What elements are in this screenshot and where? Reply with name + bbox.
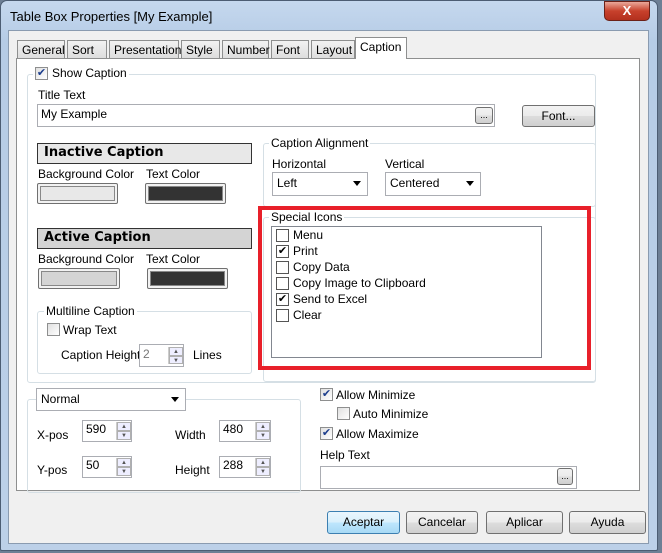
active-caption-header: Active Caption xyxy=(37,228,252,249)
inactive-bg-label: Background Color xyxy=(38,167,135,181)
show-caption-checkbox[interactable]: ✔ Show Caption xyxy=(33,66,129,80)
allow-maximize-checkbox[interactable]: ✔ Allow Maximize xyxy=(320,427,419,441)
checkbox[interactable]: ✔ xyxy=(320,388,333,401)
title-text-input[interactable]: My Example xyxy=(37,104,495,127)
horizontal-label: Horizontal xyxy=(272,157,327,171)
highlight-box xyxy=(258,206,591,370)
window-title: Table Box Properties [My Example] xyxy=(10,9,213,24)
wrap-text-checkbox[interactable] xyxy=(47,323,60,336)
position-group xyxy=(27,399,301,493)
horizontal-value: Left xyxy=(277,176,298,190)
position-mode-select[interactable]: Normal xyxy=(36,388,186,411)
title-text-label: Title Text xyxy=(38,88,86,102)
xpos-label: X-pos xyxy=(37,428,69,442)
ypos-stepper[interactable]: 50 ▲ ▼ xyxy=(82,456,132,478)
active-text-label: Text Color xyxy=(146,252,201,266)
height-label: Height xyxy=(175,463,210,477)
checkbox[interactable] xyxy=(337,407,350,420)
caption-height-stepper[interactable]: 2 ▲ ▼ xyxy=(139,344,184,367)
inactive-text-color-button[interactable] xyxy=(145,183,226,204)
spin-buttons[interactable]: ▲ ▼ xyxy=(116,422,131,440)
height-value: 288 xyxy=(223,458,244,472)
auto-minimize-label: Auto Minimize xyxy=(353,407,429,421)
active-text-color-button[interactable] xyxy=(147,268,228,289)
multiline-caption-label: Multiline Caption xyxy=(44,304,137,318)
inactive-bg-color-button[interactable] xyxy=(37,183,118,204)
wrap-text-label: Wrap Text xyxy=(63,323,117,337)
caption-alignment-label: Caption Alignment xyxy=(269,136,371,150)
allow-minimize-label: Allow Minimize xyxy=(336,388,416,402)
horizontal-select[interactable]: Left xyxy=(272,172,368,196)
allow-minimize-checkbox[interactable]: ✔ Allow Minimize xyxy=(320,388,415,402)
vertical-value: Centered xyxy=(390,176,440,190)
tab-general[interactable]: General xyxy=(17,40,65,59)
tab-font[interactable]: Font xyxy=(271,40,309,59)
checkbox[interactable]: ✔ xyxy=(35,66,48,80)
tab-style[interactable]: Style xyxy=(181,40,220,59)
help-text-label: Help Text xyxy=(320,448,370,462)
help-button[interactable]: Ayuda xyxy=(569,511,646,534)
position-mode-value: Normal xyxy=(41,392,80,406)
active-bg-label: Background Color xyxy=(38,252,135,266)
spin-buttons[interactable]: ▲ ▼ xyxy=(168,347,183,364)
auto-minimize-checkbox[interactable]: Auto Minimize xyxy=(337,407,428,421)
xpos-stepper[interactable]: 590 ▲ ▼ xyxy=(82,420,132,442)
tab-presentation[interactable]: Presentation xyxy=(109,40,181,59)
vertical-label: Vertical xyxy=(385,157,425,171)
tab-caption[interactable]: Caption xyxy=(355,37,407,59)
apply-button[interactable]: Aplicar xyxy=(486,511,563,534)
help-text-expression-button[interactable]: ... xyxy=(557,468,573,485)
chevron-down-icon xyxy=(171,397,179,402)
width-value: 480 xyxy=(223,422,244,436)
allow-maximize-label: Allow Maximize xyxy=(336,427,419,441)
active-bg-color-button[interactable] xyxy=(38,268,120,289)
show-caption-label: Show Caption xyxy=(52,66,127,80)
tab-sort[interactable]: Sort xyxy=(67,40,107,59)
tab-layout[interactable]: Layout xyxy=(311,40,355,59)
width-stepper[interactable]: 480 ▲ ▼ xyxy=(219,420,271,442)
cancel-button[interactable]: Cancelar xyxy=(406,511,478,534)
ypos-label: Y-pos xyxy=(37,463,68,477)
inactive-caption-header: Inactive Caption xyxy=(37,143,252,164)
height-stepper[interactable]: 288 ▲ ▼ xyxy=(219,456,271,478)
xpos-value: 590 xyxy=(86,422,107,436)
ypos-value: 50 xyxy=(86,458,100,472)
width-label: Width xyxy=(175,428,206,442)
spin-buttons[interactable]: ▲ ▼ xyxy=(255,458,270,476)
spin-buttons[interactable]: ▲ ▼ xyxy=(255,422,270,440)
lines-label: Lines xyxy=(193,348,222,362)
chevron-down-icon xyxy=(353,181,361,186)
checkbox[interactable]: ✔ xyxy=(320,427,333,440)
spin-buttons[interactable]: ▲ ▼ xyxy=(116,458,131,476)
inactive-text-label: Text Color xyxy=(146,167,201,181)
chevron-down-icon xyxy=(466,181,474,186)
ok-button[interactable]: Aceptar xyxy=(327,511,400,534)
help-text-input[interactable] xyxy=(320,466,577,489)
caption-height-label: Caption Height xyxy=(61,348,141,362)
font-button[interactable]: Font... xyxy=(522,105,595,127)
close-button[interactable]: X xyxy=(604,1,650,21)
title-text-expression-button[interactable]: ... xyxy=(475,107,493,124)
vertical-select[interactable]: Centered xyxy=(385,172,481,196)
tab-number[interactable]: Number xyxy=(222,40,270,59)
caption-height-value: 2 xyxy=(143,347,150,361)
